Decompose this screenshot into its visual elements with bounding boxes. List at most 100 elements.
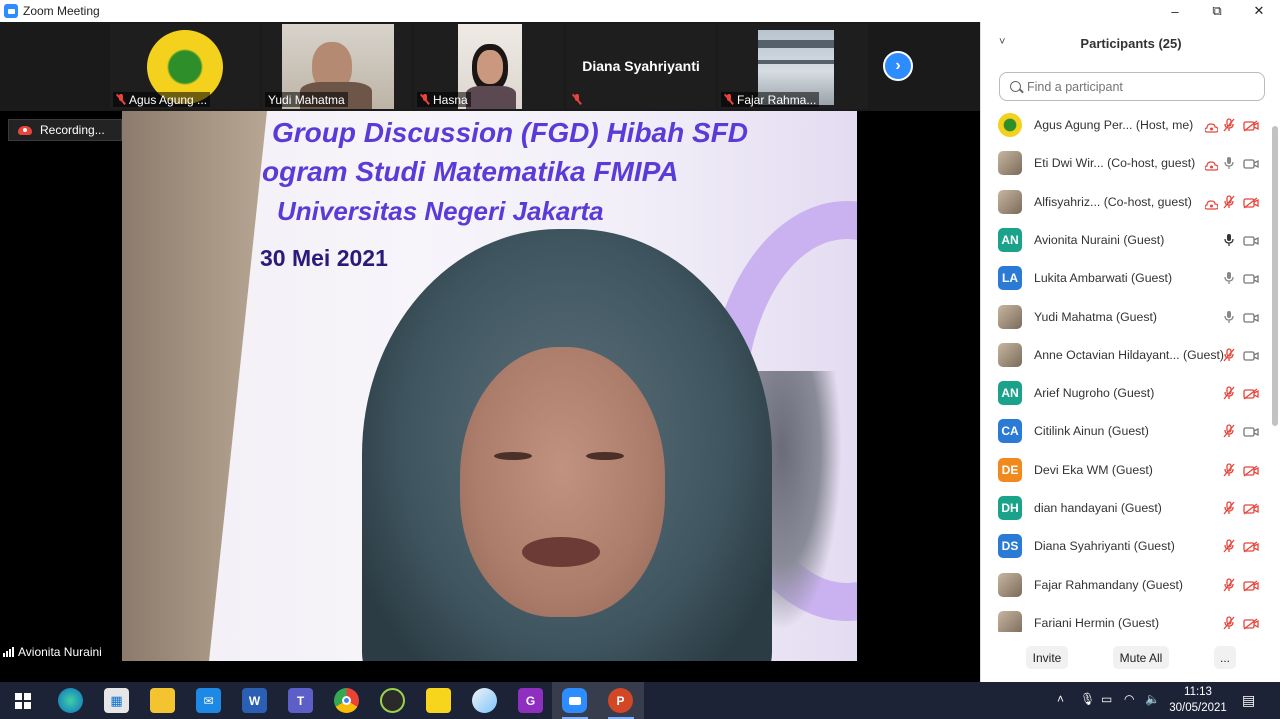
mic-muted-icon[interactable] [1223,501,1235,515]
window-title: Zoom Meeting [23,4,100,18]
mute-all-button[interactable]: Mute All [1113,646,1169,669]
participant-row[interactable]: AN Arief Nugroho (Guest) [981,374,1271,412]
teams-icon[interactable]: T [288,688,313,713]
mic-muted-icon[interactable] [1223,194,1235,209]
close-button[interactable]: ✕ [1238,0,1280,22]
thumbnail-name: Agus Agung ... [129,92,208,107]
mic-muted-icon[interactable] [1223,348,1235,362]
notifications-icon[interactable]: ▤ [1242,692,1255,709]
mic-muted-icon[interactable] [1223,424,1235,438]
cloud-recording-icon [1204,120,1219,133]
participant-name: Arief Nugroho (Guest) [1034,386,1155,401]
next-page-button[interactable]: › [883,51,913,81]
windows-taskbar: ▦ ✉ W T G P ˄ 🎙 ▭ ◠ 🔈 11:13 30/05/2021 ▤ [0,682,1280,719]
mic-icon[interactable] [1223,233,1235,247]
video-icon[interactable] [1243,311,1259,323]
video-icon[interactable] [1243,425,1259,438]
mail-icon[interactable]: ✉ [196,688,221,713]
participant-row[interactable]: AN Avionita Nuraini (Guest) [981,221,1271,259]
participant-avatar-photo [998,189,1022,214]
taskbar-clock[interactable]: 11:13 30/05/2021 [1166,684,1230,716]
mic-muted-icon[interactable] [1223,577,1235,592]
powerpoint-icon[interactable]: P [608,688,633,713]
active-speaker-name: Avionita Nuraini [18,645,102,659]
more-options-button[interactable]: ... [1214,646,1236,669]
word-icon[interactable]: W [242,688,267,713]
mic-muted-icon[interactable] [1223,463,1235,477]
participant-row[interactable]: DE Devi Eka WM (Guest) [981,451,1271,489]
participant-avatar: DH [998,496,1022,520]
participant-name: Alfisyahriz... (Co-host, guest) [1034,194,1192,209]
microphone-icon[interactable]: 🎙 [1080,692,1095,706]
paint-icon[interactable] [472,688,497,713]
video-off-icon[interactable] [1243,617,1259,630]
video-off-icon[interactable] [1243,464,1259,477]
participant-row[interactable]: Alfisyahriz... (Co-host, guest) [981,183,1271,221]
participant-search[interactable] [999,72,1265,101]
participant-row[interactable]: Anne Octavian Hildayant... (Guest) [981,336,1271,374]
mic-muted-icon[interactable] [1223,386,1235,400]
video-icon[interactable] [1243,234,1259,246]
search-input[interactable] [1027,79,1247,94]
mic-muted-icon [420,94,430,105]
participant-row[interactable]: DS Diana Syahriyanti (Guest) [981,527,1271,565]
cloud-recording-icon [18,125,32,135]
volume-icon[interactable]: 🔈 [1145,692,1160,706]
greenshot-icon[interactable]: G [518,688,543,713]
store-icon[interactable]: ▦ [104,688,129,713]
tray-chevron-icon[interactable]: ˄ [1057,692,1064,706]
video-off-icon[interactable] [1243,579,1259,592]
participant-row[interactable]: Fariani Hermin (Guest) [981,604,1271,632]
video-thumbnail[interactable]: Agus Agung ... [110,24,260,109]
participant-row[interactable]: DH dian handayani (Guest) [981,489,1271,527]
video-off-icon[interactable] [1243,119,1259,132]
video-thumbnail[interactable]: Fajar Rahma... [718,24,868,109]
participant-name: Anne Octavian Hildayant... (Guest) [1034,347,1225,362]
video-off-icon[interactable] [1243,540,1259,553]
participant-list-scrollbar[interactable] [1271,106,1279,632]
restore-button[interactable]: ⧉ [1196,0,1238,22]
participant-row[interactable]: Yudi Mahatma (Guest) [981,298,1271,336]
participant-row[interactable]: LA Lukita Ambarwati (Guest) [981,259,1271,297]
participant-row[interactable]: CA Citilink Ainun (Guest) [981,412,1271,450]
invite-button[interactable]: Invite [1026,646,1068,669]
minimize-button[interactable]: – [1154,0,1196,22]
participant-row[interactable]: Fajar Rahmandany (Guest) [981,566,1271,604]
file-explorer-icon[interactable] [150,688,175,713]
mic-muted-icon [116,94,126,105]
video-icon[interactable] [1243,349,1259,361]
thumbnail-label: Hasna [417,92,471,107]
participant-avatar-photo [998,610,1022,632]
video-thumbnail[interactable]: Yudi Mahatma [262,24,412,109]
chevron-down-icon[interactable]: ˅ [999,36,1005,48]
video-off-icon[interactable] [1243,387,1259,400]
participant-name: Citilink Ainun (Guest) [1034,424,1149,439]
video-icon[interactable] [1243,272,1259,284]
participant-row[interactable]: Eti Dwi Wir... (Co-host, guest) [981,144,1271,182]
video-thumbnail[interactable]: Diana Syahriyanti [566,24,716,109]
recording-indicator[interactable]: Recording... [8,119,122,141]
sticky-notes-icon[interactable] [426,688,451,713]
windows-start-icon[interactable] [10,688,35,713]
xbox-icon[interactable] [380,688,405,713]
mic-muted-icon [572,94,582,105]
video-off-icon[interactable] [1243,502,1259,515]
mic-muted-icon[interactable] [1223,539,1235,553]
video-icon[interactable] [1243,157,1259,169]
mic-icon[interactable] [1223,271,1235,285]
participant-avatar-photo [998,572,1022,597]
window-controls: – ⧉ ✕ [1154,0,1280,22]
mic-icon[interactable] [1223,156,1235,170]
participant-row[interactable]: Agus Agung Per... (Host, me) [981,106,1271,144]
mic-icon[interactable] [1223,310,1235,324]
participant-list: Agus Agung Per... (Host, me) Eti Dwi Wir.… [981,106,1271,632]
video-thumbnail[interactable]: Hasna [414,24,564,109]
chrome-icon[interactable] [334,688,359,713]
mic-muted-icon[interactable] [1223,118,1235,132]
battery-icon[interactable]: ▭ [1101,692,1112,706]
edge-icon[interactable] [58,688,83,713]
wifi-icon[interactable]: ◠ [1124,692,1134,706]
zoom-icon[interactable] [562,688,587,713]
mic-muted-icon[interactable] [1223,616,1235,630]
video-off-icon[interactable] [1243,196,1259,209]
